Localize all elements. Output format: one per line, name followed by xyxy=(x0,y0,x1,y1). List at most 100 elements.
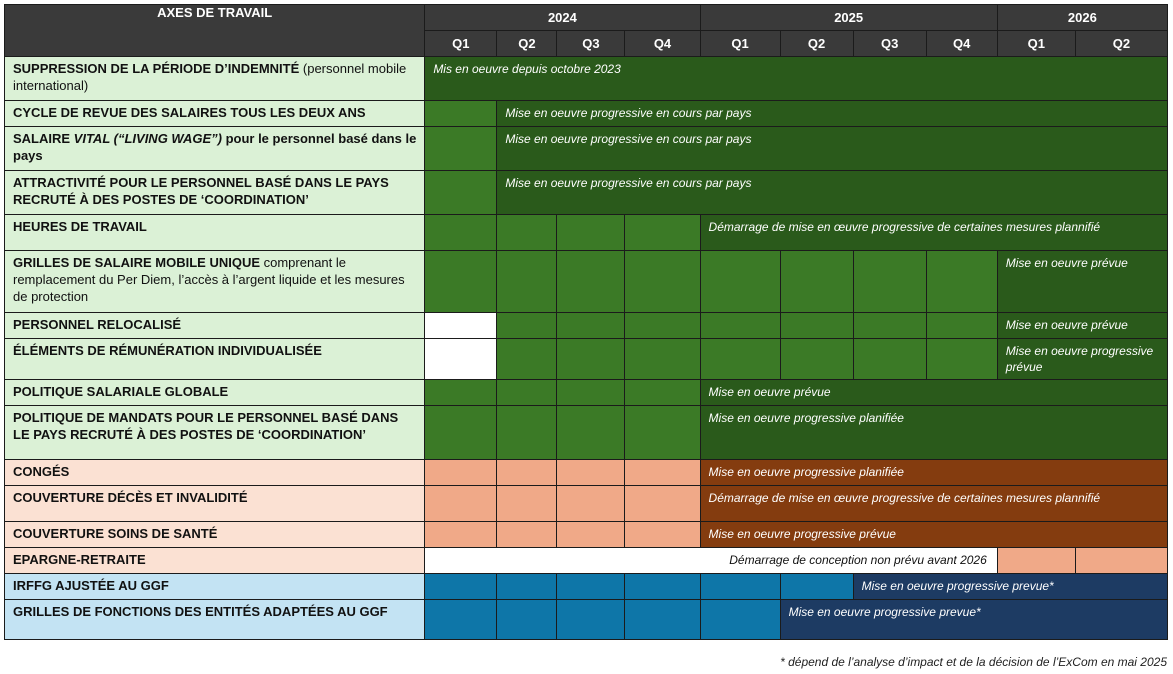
timeline-cell xyxy=(424,214,498,251)
row-label: ÉLÉMENTS DE RÉMUNÉRATION INDIVIDUALISÉE xyxy=(3,338,426,380)
roadmap-body: SUPPRESSION DE LA PÉRIODE D’INDEMNITÉ (p… xyxy=(3,56,1169,640)
timeline-cell xyxy=(699,338,781,380)
row-label-text: POLITIQUE DE MANDATS POUR LE PERSONNEL B… xyxy=(13,410,399,442)
empty-quarter-cell xyxy=(424,338,498,380)
quarter-header: Q1 xyxy=(996,30,1076,57)
timeline-cell xyxy=(624,599,701,640)
row-label: IRFFG AJUSTÉE AU GGF xyxy=(3,573,426,600)
timeline-cell xyxy=(556,599,626,640)
timeline-cell xyxy=(925,312,998,339)
timeline-cell xyxy=(624,312,701,339)
timeline-cell xyxy=(424,170,498,215)
status-note: Mise en oeuvre prévue xyxy=(996,250,1169,313)
status-note: Mise en oeuvre progressive planifiée xyxy=(699,459,1169,486)
timeline-cell xyxy=(424,379,498,406)
status-note: Mise en oeuvre progressive prévue xyxy=(699,521,1169,548)
row-label: GRILLES DE FONCTIONS DES ENTITÉS ADAPTÉE… xyxy=(3,599,426,640)
row-label-text: SALAIRE xyxy=(13,131,74,146)
timeline-cell xyxy=(699,250,781,313)
row-label-text: ÉLÉMENTS DE RÉMUNÉRATION INDIVIDUALISÉE xyxy=(13,343,322,358)
row-politique-salariale-globale: POLITIQUE SALARIALE GLOBALE Mise en oeuvr… xyxy=(3,379,1169,406)
timeline-cell xyxy=(424,573,498,600)
timeline-cell xyxy=(556,485,626,522)
timeline-cell xyxy=(424,485,498,522)
timeline-cell xyxy=(496,599,558,640)
row-couverture-deces-invalidite: COUVERTURE DÉCÈS ET INVALIDITÉ Démarrage … xyxy=(3,485,1169,522)
timeline-cell xyxy=(1074,547,1169,574)
row-attractivite-coordination: ATTRACTIVITÉ POUR LE PERSONNEL BASÉ DANS… xyxy=(3,170,1168,215)
row-label-text: VITAL (“LIVING WAGE”) xyxy=(73,131,222,146)
timeline-cell xyxy=(556,459,626,486)
row-label: GRILLES DE SALAIRE MOBILE UNIQUE compren… xyxy=(3,250,426,313)
row-label-text: GRILLES DE FONCTIONS DES ENTITÉS ADAPTÉE… xyxy=(13,604,388,619)
timeline-cell xyxy=(496,459,558,486)
timeline-cell xyxy=(496,338,558,380)
timeline-cell xyxy=(925,338,998,380)
status-note: Mise en oeuvre progressive en cours par … xyxy=(496,170,1168,215)
empty-quarter-cell xyxy=(424,312,498,339)
row-personnel-relocalise: PERSONNEL RELOCALISÉ Mise en oeuvre prévu… xyxy=(3,312,1169,339)
timeline-cell xyxy=(424,250,498,313)
year-header-2025: 2025 xyxy=(699,4,998,31)
row-label-text: SUPPRESSION DE LA PÉRIODE D’INDEMNITÉ xyxy=(13,61,300,76)
timeline-cell xyxy=(496,312,558,339)
row-heures-de-travail: HEURES DE TRAVAIL Démarrage de mise en œu… xyxy=(3,214,1169,251)
status-note: Mis en oeuvre depuis octobre 2023 xyxy=(424,56,1168,101)
footnote: * dépend de l’analyse d’impact et de la … xyxy=(780,655,1167,669)
quarter-header: Q1 xyxy=(424,30,498,57)
row-label: COUVERTURE SOINS DE SANTÉ xyxy=(3,521,426,548)
quarter-header: Q2 xyxy=(496,30,558,57)
roadmap-table: AXES DE TRAVAIL 2024 2025 2026 Q1 Q2 Q3 … xyxy=(3,4,1169,640)
row-remuneration-individualisee: ÉLÉMENTS DE RÉMUNÉRATION INDIVIDUALISÉE M… xyxy=(3,338,1169,380)
timeline-cell xyxy=(424,405,498,460)
timeline-cell xyxy=(699,312,781,339)
row-label: POLITIQUE DE MANDATS POUR LE PERSONNEL B… xyxy=(3,405,426,460)
timeline-cell xyxy=(424,599,498,640)
status-note: Démarrage de mise en œuvre progressive d… xyxy=(699,214,1169,251)
timeline-cell xyxy=(556,214,626,251)
row-label-text: COUVERTURE DÉCÈS ET INVALIDITÉ xyxy=(13,490,248,505)
year-header-row: AXES DE TRAVAIL 2024 2025 2026 xyxy=(3,4,1169,57)
row-label: SUPPRESSION DE LA PÉRIODE D’INDEMNITÉ (p… xyxy=(3,56,426,101)
timeline-cell xyxy=(496,379,558,406)
timeline-cell xyxy=(699,599,781,640)
timeline-cell xyxy=(779,312,854,339)
row-label: CONGÉS xyxy=(3,459,426,486)
timeline-cell xyxy=(496,405,558,460)
timeline-cell xyxy=(925,250,998,313)
status-note: Mise en oeuvre progressive prévue xyxy=(996,338,1169,380)
status-note: Démarrage de conception non prévu avant … xyxy=(424,547,998,574)
timeline-cell xyxy=(624,521,701,548)
status-note: Mise en oeuvre progressive prevue* xyxy=(852,573,1169,600)
timeline-cell xyxy=(496,250,558,313)
row-label-text: PERSONNEL RELOCALISÉ xyxy=(13,317,182,332)
timeline-cell xyxy=(624,214,701,251)
timeline-cell xyxy=(624,573,701,600)
row-label: CYCLE DE REVUE DES SALAIRES TOUS LES DEU… xyxy=(3,100,426,127)
status-note: Mise en oeuvre progressive en cours par … xyxy=(496,126,1168,171)
timeline-cell xyxy=(624,459,701,486)
timeline-cell xyxy=(496,485,558,522)
timeline-cell xyxy=(556,573,626,600)
quarter-header: Q4 xyxy=(624,30,701,57)
timeline-cell xyxy=(424,100,498,127)
timeline-cell xyxy=(779,573,854,600)
row-label-text: IRFFG AJUSTÉE AU GGF xyxy=(13,578,169,593)
year-header-2024: 2024 xyxy=(424,4,701,31)
timeline-cell xyxy=(556,312,626,339)
row-conges: CONGÉS Mise en oeuvre progressive planifi… xyxy=(3,459,1169,486)
timeline-cell xyxy=(852,312,927,339)
row-couverture-soins-sante: COUVERTURE SOINS DE SANTÉ Mise en oeuvre … xyxy=(3,521,1169,548)
row-cycle-revue-salaires: CYCLE DE REVUE DES SALAIRES TOUS LES DEU… xyxy=(3,100,1168,127)
timeline-cell xyxy=(556,338,626,380)
row-label: HEURES DE TRAVAIL xyxy=(3,214,426,251)
timeline-cell xyxy=(496,573,558,600)
row-label-text: COUVERTURE SOINS DE SANTÉ xyxy=(13,526,218,541)
row-epargne-retraite: EPARGNE-RETRAITE Démarrage de conception … xyxy=(3,547,1169,574)
row-suppression-periode-indemnite: SUPPRESSION DE LA PÉRIODE D’INDEMNITÉ (p… xyxy=(3,56,1168,101)
quarter-header: Q3 xyxy=(852,30,927,57)
row-grilles-fonctions-entites: GRILLES DE FONCTIONS DES ENTITÉS ADAPTÉE… xyxy=(3,599,1169,640)
row-label-text: HEURES DE TRAVAIL xyxy=(13,219,147,234)
timeline-cell xyxy=(699,573,781,600)
timeline-cell xyxy=(624,250,701,313)
